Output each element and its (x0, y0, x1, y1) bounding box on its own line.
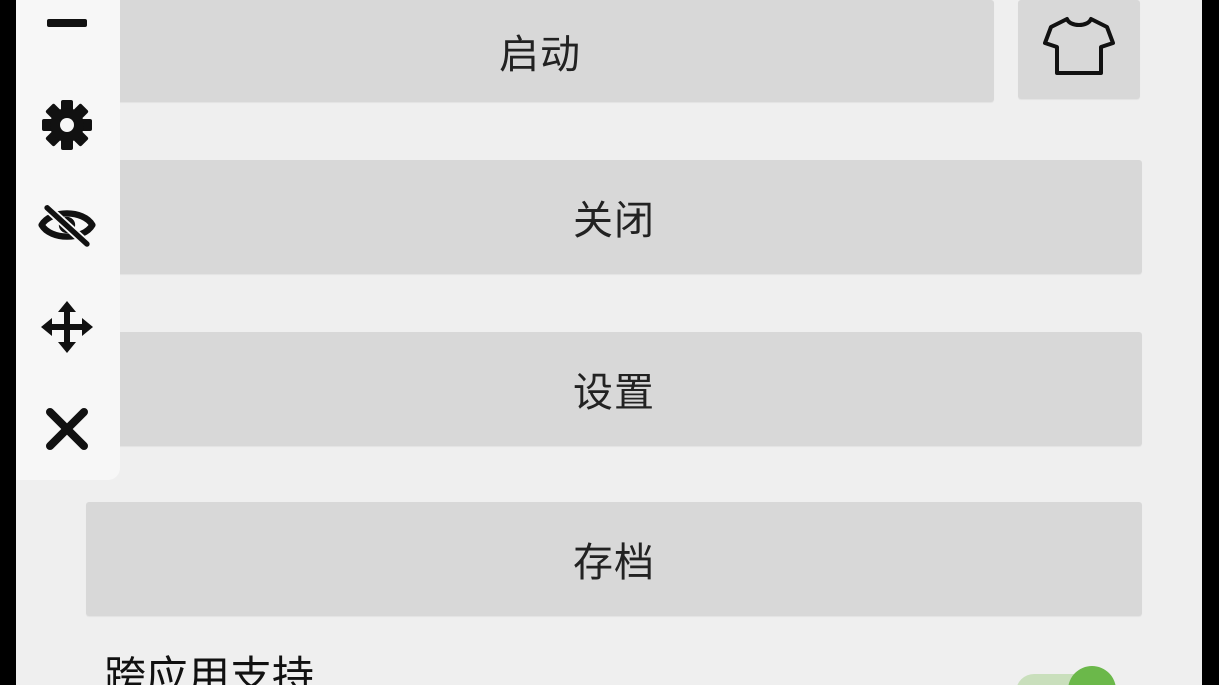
settings-button[interactable]: 设置 (86, 332, 1142, 446)
save-button-label: 存档 (573, 540, 655, 586)
eye-off-icon[interactable] (38, 196, 96, 254)
cross-app-support-label: 跨应用支持 (104, 652, 315, 685)
right-frame (1202, 0, 1219, 685)
floating-menu-panel: 启动 关闭 设置 存档 跨应用支持 (16, 0, 1202, 685)
close-icon[interactable] (38, 400, 96, 458)
save-button[interactable]: 存档 (86, 502, 1142, 616)
move-icon[interactable] (38, 298, 96, 356)
left-frame (0, 0, 16, 685)
close-button[interactable]: 关闭 (86, 160, 1142, 274)
close-button-label: 关闭 (573, 198, 655, 244)
start-button-label: 启动 (499, 32, 581, 78)
shirt-icon (1043, 13, 1115, 87)
gear-icon[interactable] (38, 96, 96, 154)
cross-app-support-toggle[interactable] (1016, 664, 1120, 685)
skin-button[interactable] (1018, 0, 1140, 99)
minimize-icon[interactable] (38, 0, 96, 52)
start-button[interactable]: 启动 (86, 0, 994, 102)
settings-button-label: 设置 (573, 370, 655, 416)
toggle-thumb (1068, 666, 1116, 685)
side-toolbar (16, 0, 120, 480)
